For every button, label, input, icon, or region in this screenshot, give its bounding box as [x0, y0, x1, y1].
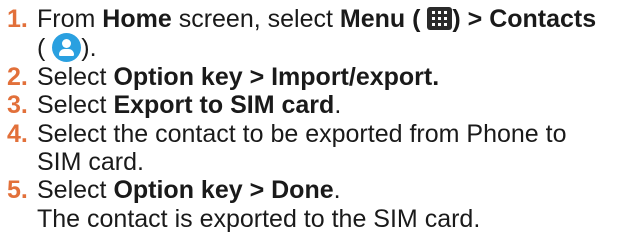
- step-text: SIM card.: [37, 148, 144, 177]
- step-2: 2. Select Option key > Import/export.: [0, 63, 639, 91]
- step-text: Select: [37, 91, 114, 120]
- step-number: 4.: [7, 119, 28, 148]
- step-text: screen, select: [171, 5, 340, 33]
- step-text: Select the contact to be exported from P…: [37, 119, 567, 148]
- step-number: 2.: [7, 62, 28, 91]
- step-number: 1.: [7, 5, 28, 33]
- step-text: From: [37, 5, 103, 33]
- menu-label: Menu (: [339, 5, 421, 33]
- step-4: 4. Select the contact to be exported fro…: [0, 120, 639, 177]
- step-result-text: The contact is exported to the SIM card.: [37, 204, 481, 233]
- instruction-steps: 1. From Home screen, select Menu ( ) > C…: [0, 0, 639, 233]
- step-1: 1. From Home screen, select Menu ( ) > C…: [0, 5, 639, 63]
- step-number: 5.: [7, 176, 28, 205]
- step-3: 3. Select Export to SIM card.: [0, 91, 639, 119]
- step-text: .: [334, 91, 342, 120]
- home-label: Home: [102, 5, 172, 33]
- option-key-label: Option key > Import/export.: [113, 62, 440, 91]
- menu-grid-icon: [427, 7, 453, 30]
- step-text: (: [37, 34, 46, 63]
- step-5: 5. Select Option key > Done. The contact…: [0, 176, 639, 233]
- contacts-label: ) > Contacts: [452, 5, 597, 33]
- step-text: Select: [37, 62, 114, 91]
- step-text: .: [333, 176, 341, 205]
- step-number: 3.: [7, 91, 28, 120]
- step-1-line-1: From Home screen, select Menu ( ) > Cont…: [37, 5, 639, 33]
- export-label: Export to SIM card: [113, 91, 335, 120]
- done-label: Option key > Done: [113, 176, 334, 205]
- step-text: Select: [37, 176, 114, 205]
- contacts-icon: [52, 33, 82, 63]
- step-text: ).: [81, 34, 97, 63]
- step-1-line-2: ( ).: [37, 33, 639, 63]
